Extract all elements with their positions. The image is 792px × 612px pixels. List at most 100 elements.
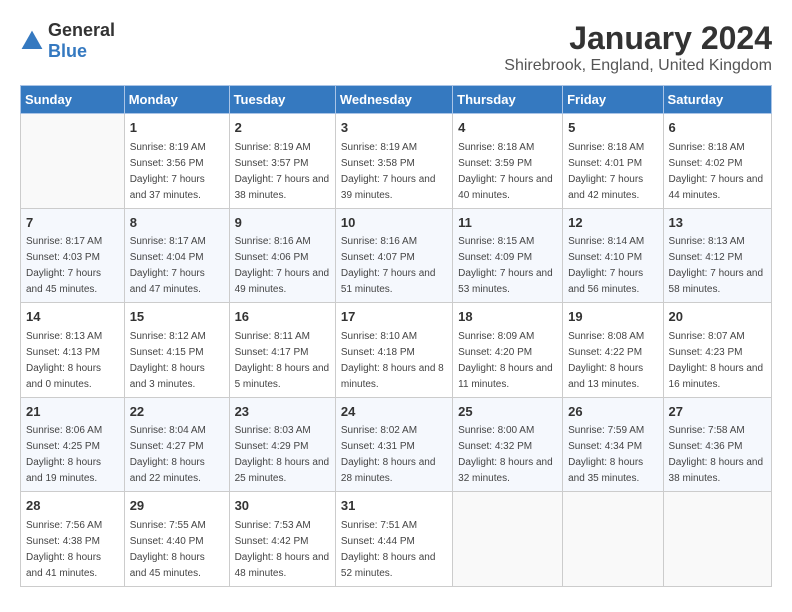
day-number: 5	[568, 118, 657, 138]
day-number: 3	[341, 118, 447, 138]
day-number: 31	[341, 496, 447, 516]
logo-text: General Blue	[48, 20, 115, 62]
day-number: 11	[458, 213, 557, 233]
calendar-cell: 10Sunrise: 8:16 AMSunset: 4:07 PMDayligh…	[335, 208, 452, 303]
day-number: 25	[458, 402, 557, 422]
day-info: Sunrise: 8:17 AMSunset: 4:04 PMDaylight:…	[130, 234, 224, 298]
day-number: 24	[341, 402, 447, 422]
calendar-cell	[453, 492, 563, 587]
day-info: Sunrise: 7:53 AMSunset: 4:42 PMDaylight:…	[235, 518, 330, 582]
day-number: 22	[130, 402, 224, 422]
calendar-cell: 14Sunrise: 8:13 AMSunset: 4:13 PMDayligh…	[21, 303, 125, 398]
header-monday: Monday	[124, 86, 229, 114]
day-info: Sunrise: 8:18 AMSunset: 4:02 PMDaylight:…	[669, 140, 766, 204]
day-info: Sunrise: 8:11 AMSunset: 4:17 PMDaylight:…	[235, 329, 330, 393]
day-info: Sunrise: 8:07 AMSunset: 4:23 PMDaylight:…	[669, 329, 766, 393]
calendar-cell: 1Sunrise: 8:19 AMSunset: 3:56 PMDaylight…	[124, 114, 229, 209]
day-number: 26	[568, 402, 657, 422]
page-header: General Blue January 2024 Shirebrook, En…	[20, 20, 772, 75]
calendar-cell: 2Sunrise: 8:19 AMSunset: 3:57 PMDaylight…	[229, 114, 335, 209]
day-info: Sunrise: 8:16 AMSunset: 4:07 PMDaylight:…	[341, 234, 447, 298]
day-number: 30	[235, 496, 330, 516]
day-info: Sunrise: 7:55 AMSunset: 4:40 PMDaylight:…	[130, 518, 224, 582]
calendar-cell: 19Sunrise: 8:08 AMSunset: 4:22 PMDayligh…	[563, 303, 663, 398]
day-number: 13	[669, 213, 766, 233]
title-block: January 2024 Shirebrook, England, United…	[504, 20, 772, 75]
calendar-cell: 5Sunrise: 8:18 AMSunset: 4:01 PMDaylight…	[563, 114, 663, 209]
day-info: Sunrise: 8:18 AMSunset: 4:01 PMDaylight:…	[568, 140, 657, 204]
calendar-week-3: 14Sunrise: 8:13 AMSunset: 4:13 PMDayligh…	[21, 303, 772, 398]
month-title: January 2024	[504, 20, 772, 57]
day-number: 12	[568, 213, 657, 233]
day-info: Sunrise: 8:06 AMSunset: 4:25 PMDaylight:…	[26, 423, 119, 487]
calendar-cell: 26Sunrise: 7:59 AMSunset: 4:34 PMDayligh…	[563, 397, 663, 492]
day-info: Sunrise: 8:00 AMSunset: 4:32 PMDaylight:…	[458, 423, 557, 487]
day-number: 4	[458, 118, 557, 138]
calendar-cell: 23Sunrise: 8:03 AMSunset: 4:29 PMDayligh…	[229, 397, 335, 492]
calendar-cell: 20Sunrise: 8:07 AMSunset: 4:23 PMDayligh…	[663, 303, 771, 398]
day-info: Sunrise: 8:17 AMSunset: 4:03 PMDaylight:…	[26, 234, 119, 298]
day-info: Sunrise: 8:16 AMSunset: 4:06 PMDaylight:…	[235, 234, 330, 298]
calendar-week-1: 1Sunrise: 8:19 AMSunset: 3:56 PMDaylight…	[21, 114, 772, 209]
calendar-cell: 25Sunrise: 8:00 AMSunset: 4:32 PMDayligh…	[453, 397, 563, 492]
day-number: 16	[235, 307, 330, 327]
calendar-table: SundayMondayTuesdayWednesdayThursdayFrid…	[20, 85, 772, 587]
calendar-week-5: 28Sunrise: 7:56 AMSunset: 4:38 PMDayligh…	[21, 492, 772, 587]
header-friday: Friday	[563, 86, 663, 114]
calendar-cell: 8Sunrise: 8:17 AMSunset: 4:04 PMDaylight…	[124, 208, 229, 303]
day-number: 19	[568, 307, 657, 327]
calendar-cell: 21Sunrise: 8:06 AMSunset: 4:25 PMDayligh…	[21, 397, 125, 492]
day-number: 29	[130, 496, 224, 516]
calendar-cell: 12Sunrise: 8:14 AMSunset: 4:10 PMDayligh…	[563, 208, 663, 303]
day-number: 1	[130, 118, 224, 138]
day-info: Sunrise: 8:19 AMSunset: 3:56 PMDaylight:…	[130, 140, 224, 204]
day-info: Sunrise: 8:09 AMSunset: 4:20 PMDaylight:…	[458, 329, 557, 393]
day-number: 8	[130, 213, 224, 233]
day-info: Sunrise: 8:10 AMSunset: 4:18 PMDaylight:…	[341, 329, 447, 393]
calendar-cell: 17Sunrise: 8:10 AMSunset: 4:18 PMDayligh…	[335, 303, 452, 398]
day-number: 2	[235, 118, 330, 138]
day-info: Sunrise: 8:13 AMSunset: 4:13 PMDaylight:…	[26, 329, 119, 393]
calendar-cell	[563, 492, 663, 587]
calendar-cell: 3Sunrise: 8:19 AMSunset: 3:58 PMDaylight…	[335, 114, 452, 209]
day-info: Sunrise: 7:56 AMSunset: 4:38 PMDaylight:…	[26, 518, 119, 582]
header-tuesday: Tuesday	[229, 86, 335, 114]
day-number: 10	[341, 213, 447, 233]
calendar-cell: 22Sunrise: 8:04 AMSunset: 4:27 PMDayligh…	[124, 397, 229, 492]
day-number: 7	[26, 213, 119, 233]
calendar-cell: 30Sunrise: 7:53 AMSunset: 4:42 PMDayligh…	[229, 492, 335, 587]
day-number: 18	[458, 307, 557, 327]
day-number: 9	[235, 213, 330, 233]
calendar-cell: 16Sunrise: 8:11 AMSunset: 4:17 PMDayligh…	[229, 303, 335, 398]
header-thursday: Thursday	[453, 86, 563, 114]
day-number: 23	[235, 402, 330, 422]
header-saturday: Saturday	[663, 86, 771, 114]
day-info: Sunrise: 8:14 AMSunset: 4:10 PMDaylight:…	[568, 234, 657, 298]
logo-icon	[20, 29, 44, 53]
day-info: Sunrise: 8:13 AMSunset: 4:12 PMDaylight:…	[669, 234, 766, 298]
day-info: Sunrise: 7:51 AMSunset: 4:44 PMDaylight:…	[341, 518, 447, 582]
calendar-cell: 13Sunrise: 8:13 AMSunset: 4:12 PMDayligh…	[663, 208, 771, 303]
day-number: 15	[130, 307, 224, 327]
calendar-cell: 29Sunrise: 7:55 AMSunset: 4:40 PMDayligh…	[124, 492, 229, 587]
day-number: 14	[26, 307, 119, 327]
logo: General Blue	[20, 20, 115, 62]
day-info: Sunrise: 8:18 AMSunset: 3:59 PMDaylight:…	[458, 140, 557, 204]
calendar-week-2: 7Sunrise: 8:17 AMSunset: 4:03 PMDaylight…	[21, 208, 772, 303]
calendar-cell: 6Sunrise: 8:18 AMSunset: 4:02 PMDaylight…	[663, 114, 771, 209]
day-info: Sunrise: 8:03 AMSunset: 4:29 PMDaylight:…	[235, 423, 330, 487]
day-number: 6	[669, 118, 766, 138]
calendar-cell: 15Sunrise: 8:12 AMSunset: 4:15 PMDayligh…	[124, 303, 229, 398]
day-number: 21	[26, 402, 119, 422]
day-info: Sunrise: 8:12 AMSunset: 4:15 PMDaylight:…	[130, 329, 224, 393]
calendar-cell	[21, 114, 125, 209]
calendar-cell: 27Sunrise: 7:58 AMSunset: 4:36 PMDayligh…	[663, 397, 771, 492]
calendar-cell: 24Sunrise: 8:02 AMSunset: 4:31 PMDayligh…	[335, 397, 452, 492]
day-number: 17	[341, 307, 447, 327]
day-info: Sunrise: 7:58 AMSunset: 4:36 PMDaylight:…	[669, 423, 766, 487]
day-info: Sunrise: 8:19 AMSunset: 3:57 PMDaylight:…	[235, 140, 330, 204]
calendar-cell: 9Sunrise: 8:16 AMSunset: 4:06 PMDaylight…	[229, 208, 335, 303]
day-info: Sunrise: 8:04 AMSunset: 4:27 PMDaylight:…	[130, 423, 224, 487]
day-number: 27	[669, 402, 766, 422]
header-sunday: Sunday	[21, 86, 125, 114]
